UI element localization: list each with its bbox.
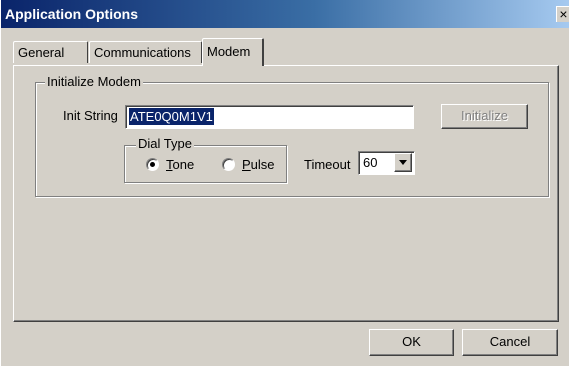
init-string-label: Init String xyxy=(63,108,118,123)
cancel-button[interactable]: Cancel xyxy=(462,329,558,356)
title-bar[interactable]: Application Options × xyxy=(1,0,569,28)
initialize-modem-legend: Initialize Modem xyxy=(45,74,143,89)
cancel-button-label: Cancel xyxy=(489,334,531,349)
tone-radio-option[interactable]: Tone xyxy=(146,156,206,174)
close-icon: × xyxy=(559,6,568,22)
init-string-field[interactable]: ATE0Q0M1V1 xyxy=(125,105,414,129)
initialize-modem-group xyxy=(35,82,549,197)
timeout-dropdown-button[interactable] xyxy=(394,153,412,172)
initialize-button[interactable]: Initialize xyxy=(441,104,528,129)
tone-label-rest: one xyxy=(172,157,195,172)
tone-label: Tone xyxy=(166,157,194,173)
pulse-mnemonic: P xyxy=(242,157,251,172)
tone-radio-dot xyxy=(150,162,155,167)
timeout-value: 60 xyxy=(363,155,378,170)
initialize-button-label: Initialize xyxy=(461,108,508,123)
tab-modem-label: Modem xyxy=(207,44,251,59)
pulse-radio[interactable] xyxy=(222,158,235,171)
ok-button[interactable]: OK xyxy=(369,329,454,356)
pulse-label-rest: ulse xyxy=(250,157,275,172)
chevron-down-icon xyxy=(399,160,407,165)
ok-button-label: OK xyxy=(402,334,421,349)
timeout-select[interactable]: 60 xyxy=(358,151,415,175)
window-title: Application Options xyxy=(5,6,138,22)
pulse-radio-option[interactable]: Pulse xyxy=(222,156,282,174)
init-string-value: ATE0Q0M1V1 xyxy=(129,108,214,125)
tab-communications[interactable]: Communications xyxy=(89,41,202,63)
application-options-window: Application Options × General Communicat… xyxy=(0,0,569,366)
close-button[interactable]: × xyxy=(556,6,569,22)
dial-type-legend: Dial Type xyxy=(136,136,194,151)
tone-radio[interactable] xyxy=(146,158,159,171)
tab-general[interactable]: General xyxy=(13,41,88,63)
tab-communications-label: Communications xyxy=(94,45,191,60)
pulse-label: Pulse xyxy=(242,157,275,173)
timeout-label: Timeout xyxy=(304,157,351,172)
tab-general-label: General xyxy=(18,45,65,60)
tab-modem[interactable]: Modem xyxy=(202,38,264,66)
